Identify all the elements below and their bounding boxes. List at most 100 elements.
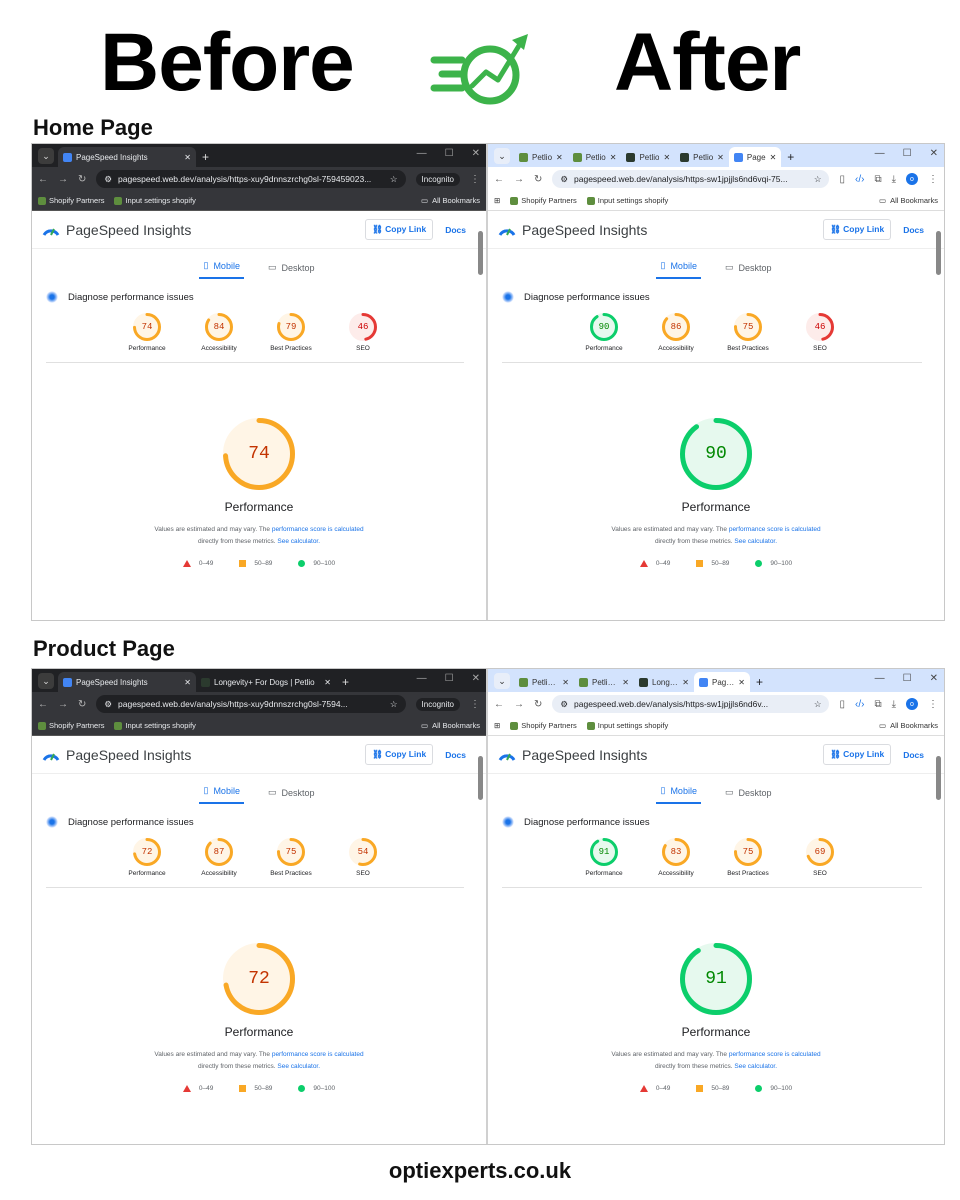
- see-calculator-link[interactable]: See calculator.: [277, 538, 320, 545]
- docs-link[interactable]: Docs: [445, 750, 466, 760]
- close-tab-icon[interactable]: ✕: [184, 678, 191, 687]
- minimize-icon[interactable]: —: [875, 673, 885, 684]
- minimize-icon[interactable]: —: [417, 673, 427, 684]
- star-icon[interactable]: ☆: [814, 174, 822, 185]
- score-gauge[interactable]: 86 Accessibility: [655, 313, 697, 352]
- star-icon[interactable]: ☆: [390, 699, 398, 710]
- puzzle-icon[interactable]: ⧉: [874, 174, 881, 185]
- tab-desktop[interactable]: ▭ Desktop: [721, 262, 776, 279]
- close-window-icon[interactable]: ✕: [472, 673, 480, 684]
- psi-logo[interactable]: PageSpeed Insights: [42, 222, 191, 238]
- bookmark-item[interactable]: Shopify Partners: [510, 721, 577, 730]
- close-tab-icon[interactable]: ✕: [770, 153, 777, 162]
- score-calculated-link[interactable]: performance score is calculated: [729, 526, 821, 533]
- back-icon[interactable]: ←: [494, 174, 504, 185]
- psi-logo[interactable]: PageSpeed Insights: [498, 747, 647, 763]
- scrollbar[interactable]: [478, 231, 483, 275]
- copy-link-button[interactable]: ⛓ Copy Link: [364, 219, 434, 240]
- see-calculator-link[interactable]: See calculator.: [277, 1063, 320, 1070]
- browser-tab[interactable]: Petlio ✕: [675, 147, 729, 167]
- address-bar[interactable]: ⚙ pagespeed.web.dev/analysis/https-xuy9d…: [96, 170, 406, 188]
- close-tab-icon[interactable]: ✕: [562, 678, 569, 687]
- psi-logo[interactable]: PageSpeed Insights: [498, 222, 647, 238]
- psi-logo[interactable]: PageSpeed Insights: [42, 747, 191, 763]
- maximize-icon[interactable]: ☐: [445, 673, 454, 684]
- address-bar[interactable]: ⚙ pagespeed.web.dev/analysis/https-sw1jp…: [552, 170, 830, 188]
- tab-search-icon[interactable]: ⌄: [494, 673, 510, 689]
- scrollbar[interactable]: [936, 231, 941, 275]
- profile-avatar[interactable]: o: [906, 698, 918, 710]
- new-tab-icon[interactable]: +: [756, 675, 763, 689]
- bookmark-item[interactable]: Shopify Partners: [38, 196, 104, 205]
- scrollbar[interactable]: [936, 756, 941, 800]
- reload-icon[interactable]: ↻: [78, 699, 86, 710]
- browser-tab[interactable]: PageSpeed Insights ✕: [58, 147, 196, 167]
- minimize-icon[interactable]: —: [417, 148, 427, 159]
- site-info-icon[interactable]: ⚙: [104, 174, 112, 185]
- menu-kebab-icon[interactable]: ⋮: [928, 174, 938, 185]
- site-info-icon[interactable]: ⚙: [560, 174, 568, 185]
- close-window-icon[interactable]: ✕: [930, 673, 938, 684]
- bookmark-item[interactable]: Input settings shopify: [586, 721, 668, 730]
- tab-search-icon[interactable]: ⌄: [38, 673, 54, 689]
- back-icon[interactable]: ←: [38, 699, 48, 710]
- tab-mobile[interactable]: ▯ Mobile: [199, 785, 244, 804]
- see-calculator-link[interactable]: See calculator.: [734, 1063, 777, 1070]
- score-gauge[interactable]: 79 Best Practices: [270, 313, 312, 352]
- address-bar[interactable]: ⚙ pagespeed.web.dev/analysis/https-xuy9d…: [96, 695, 406, 713]
- menu-kebab-icon[interactable]: ⋮: [470, 699, 480, 710]
- forward-icon[interactable]: →: [58, 174, 68, 185]
- score-gauge[interactable]: 46 SEO: [799, 313, 841, 352]
- close-tab-icon[interactable]: ✕: [622, 678, 629, 687]
- bookmark-item[interactable]: Input settings shopify: [114, 721, 196, 730]
- score-calculated-link[interactable]: performance score is calculated: [272, 1051, 364, 1058]
- site-info-icon[interactable]: ⚙: [560, 699, 568, 710]
- see-calculator-link[interactable]: See calculator.: [734, 538, 777, 545]
- address-bar[interactable]: ⚙ pagespeed.web.dev/analysis/https-sw1jp…: [552, 695, 830, 713]
- all-bookmarks[interactable]: ▭ All Bookmarks: [879, 196, 938, 205]
- docs-link[interactable]: Docs: [903, 225, 924, 235]
- score-gauge[interactable]: 69 SEO: [799, 838, 841, 877]
- all-bookmarks[interactable]: ▭ All Bookmarks: [421, 721, 480, 730]
- bookmark-item[interactable]: Input settings shopify: [114, 196, 196, 205]
- copy-link-button[interactable]: ⛓ Copy Link: [364, 744, 434, 765]
- browser-tab[interactable]: Petlio – Th ✕: [574, 672, 634, 692]
- score-gauge[interactable]: 84 Accessibility: [198, 313, 240, 352]
- copy-link-button[interactable]: ⛓ Copy Link: [822, 744, 892, 765]
- close-tab-icon[interactable]: ✕: [663, 153, 670, 162]
- reload-icon[interactable]: ↻: [78, 174, 86, 185]
- tab-search-icon[interactable]: ⌄: [494, 148, 510, 164]
- code-icon[interactable]: ‹/›: [855, 174, 864, 185]
- close-tab-icon[interactable]: ✕: [556, 153, 563, 162]
- browser-tab[interactable]: Page ✕: [728, 147, 782, 167]
- browser-tab[interactable]: Petlio ✕: [568, 147, 622, 167]
- menu-kebab-icon[interactable]: ⋮: [470, 174, 480, 185]
- maximize-icon[interactable]: ☐: [903, 673, 912, 684]
- tab-mobile[interactable]: ▯ Mobile: [656, 785, 701, 804]
- tab-desktop[interactable]: ▭ Desktop: [264, 262, 319, 279]
- score-gauge[interactable]: 83 Accessibility: [655, 838, 697, 877]
- browser-tab[interactable]: Petlio – Sh ✕: [514, 672, 574, 692]
- maximize-icon[interactable]: ☐: [903, 148, 912, 159]
- forward-icon[interactable]: →: [514, 174, 524, 185]
- copy-link-button[interactable]: ⛓ Copy Link: [822, 219, 892, 240]
- close-tab-icon[interactable]: ✕: [738, 678, 745, 687]
- new-tab-icon[interactable]: +: [342, 675, 349, 689]
- extension-icon[interactable]: ▯: [839, 699, 845, 710]
- code-icon[interactable]: ‹/›: [855, 699, 864, 710]
- docs-link[interactable]: Docs: [903, 750, 924, 760]
- score-gauge[interactable]: 75 Best Practices: [727, 313, 769, 352]
- back-icon[interactable]: ←: [494, 699, 504, 710]
- all-bookmarks[interactable]: ▭ All Bookmarks: [421, 196, 480, 205]
- browser-tab[interactable]: PageSpe ✕: [694, 672, 750, 692]
- tab-search-icon[interactable]: ⌄: [38, 148, 54, 164]
- profile-avatar[interactable]: o: [906, 173, 918, 185]
- incognito-badge[interactable]: Incognito: [415, 697, 460, 711]
- score-calculated-link[interactable]: performance score is calculated: [272, 526, 364, 533]
- browser-tab[interactable]: PageSpeed Insights ✕: [58, 672, 196, 692]
- menu-kebab-icon[interactable]: ⋮: [928, 699, 938, 710]
- browser-tab[interactable]: Petlio ✕: [621, 147, 675, 167]
- bookmark-item[interactable]: Input settings shopify: [586, 196, 668, 205]
- new-tab-icon[interactable]: +: [787, 150, 794, 164]
- close-tab-icon[interactable]: ✕: [324, 678, 331, 687]
